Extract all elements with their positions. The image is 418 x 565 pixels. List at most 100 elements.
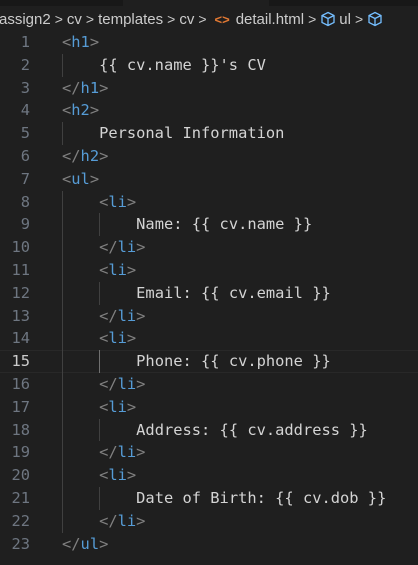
line-number: 2	[20, 55, 30, 74]
tag-bracket: <	[99, 192, 109, 211]
breadcrumb-item[interactable]: cv	[179, 11, 194, 28]
tag-name: li	[108, 329, 127, 348]
chevron-right-icon: >	[354, 11, 364, 27]
cube-icon[interactable]	[367, 11, 383, 27]
code-line[interactable]: 13 </li>	[0, 304, 418, 328]
code-line[interactable]: 2 {{ cv.name }}'s CV	[0, 53, 418, 77]
breadcrumb-item[interactable]: assign2	[0, 11, 51, 28]
code-content: </li>	[99, 373, 145, 396]
chevron-right-icon: >	[54, 11, 63, 27]
indent-guide	[62, 372, 63, 396]
code-line[interactable]: 3 </h1>	[0, 77, 418, 100]
tag-bracket: >	[136, 511, 146, 530]
indent-guide	[62, 53, 63, 77]
tag-bracket: </	[99, 238, 118, 257]
tag-bracket: <	[62, 101, 72, 120]
tag-name: li	[117, 306, 137, 325]
line-number: 13	[11, 306, 30, 325]
tag-name: h2	[71, 101, 90, 120]
tag-name: li	[108, 397, 127, 416]
indent-guide	[62, 395, 63, 419]
indent-guide	[62, 486, 63, 510]
breadcrumb-item[interactable]: templates	[98, 11, 163, 28]
code-line[interactable]: 15 Phone: {{ cv.phone }}	[0, 350, 418, 373]
tag-name: li	[117, 511, 137, 530]
code-content: </ul>	[62, 533, 108, 556]
tag-bracket: <	[99, 397, 109, 416]
code-content: </h2>	[62, 145, 108, 168]
code-line[interactable]: 18 Address: {{ cv.address }}	[0, 418, 418, 442]
code-line[interactable]: 14 <li>	[0, 327, 418, 351]
html-file-icon: <>	[214, 11, 230, 27]
line-number: 8	[20, 192, 30, 211]
chevron-right-icon: >	[167, 11, 176, 27]
tag-name: li	[117, 238, 137, 257]
code-line[interactable]: 9 Name: {{ cv.name }}	[0, 213, 418, 237]
line-number: 3	[20, 78, 30, 97]
code-line[interactable]: 6 </h2>	[0, 145, 418, 168]
code-content: <h2>	[62, 99, 99, 122]
breadcrumb-item[interactable]: detail.html	[236, 11, 304, 28]
code-line[interactable]: 8 <li>	[0, 190, 418, 214]
indent-guide	[99, 418, 101, 442]
tag-bracket: >	[99, 78, 109, 97]
indent-guide	[99, 486, 101, 510]
code-line[interactable]: 22 </li>	[0, 509, 418, 533]
code-content: <li>	[99, 396, 136, 419]
code-content: Personal Information	[99, 122, 284, 145]
code-content: </li>	[99, 441, 145, 464]
code-content: Address: {{ cv.address }}	[136, 419, 368, 442]
text-content: Email: {{ cv.email }}	[136, 283, 331, 302]
code-content: Phone: {{ cv.phone }}	[136, 350, 331, 373]
tag-name: ul	[71, 169, 90, 188]
tag-bracket: >	[126, 260, 137, 279]
tag-bracket: <	[62, 33, 72, 51]
code-editor[interactable]: 1 <h1> 2{{ cv.name }}'s CV 3 </h1> 4 <h2> 5 Pers…	[0, 31, 418, 555]
code-line[interactable]: 16 </li>	[0, 372, 418, 396]
code-line[interactable]: 11 <li>	[0, 258, 418, 282]
indent-guide	[62, 122, 63, 145]
tag-bracket: </	[62, 78, 81, 97]
code-line[interactable]: 19 </li>	[0, 441, 418, 465]
line-number: 12	[11, 283, 30, 302]
indent-guide	[62, 258, 63, 282]
line-number: 19	[11, 443, 30, 462]
line-number: 17	[11, 397, 30, 416]
text-content: Phone: {{ cv.phone }}	[136, 352, 331, 371]
tag-bracket: <	[99, 260, 109, 279]
tag-bracket: >	[126, 466, 137, 485]
indent-guide	[62, 464, 63, 487]
code-line[interactable]: 12 Email: {{ cv.email }}	[0, 281, 418, 305]
breadcrumb-item[interactable]: cv	[67, 11, 82, 28]
line-number: 10	[11, 238, 30, 257]
code-line[interactable]: 1 <h1>	[0, 31, 418, 54]
tag-name: li	[117, 374, 137, 393]
indent-guide	[62, 441, 63, 465]
indent-guide	[99, 281, 101, 305]
code-content: <li>	[99, 464, 136, 487]
tag-bracket: >	[136, 443, 146, 462]
indent-guide	[62, 304, 63, 328]
code-line[interactable]: 23 </ul>	[0, 533, 418, 556]
code-line[interactable]: 17 <li>	[0, 395, 418, 419]
tag-bracket: </	[99, 443, 118, 462]
code-line[interactable]: 5 Personal Information	[0, 122, 418, 145]
code-line[interactable]: 21 Date of Birth: {{ cv.dob }}	[0, 486, 418, 510]
tag-bracket: </	[99, 306, 118, 325]
indent-guide	[62, 281, 63, 305]
tag-bracket: >	[89, 169, 100, 188]
indent-guide	[99, 350, 101, 373]
code-line[interactable]: 10 </li>	[0, 236, 418, 259]
code-line[interactable]: 20 <li>	[0, 464, 418, 487]
chevron-right-icon: >	[198, 11, 207, 27]
line-number: 1	[20, 33, 30, 51]
code-line[interactable]: 7 <ul>	[0, 168, 418, 191]
tag-bracket: >	[89, 33, 100, 51]
breadcrumb-item[interactable]: ul	[339, 11, 351, 28]
tag-bracket: >	[136, 238, 146, 257]
line-number: 7	[20, 169, 30, 188]
code-line[interactable]: 4 <h2>	[0, 99, 418, 122]
cube-icon	[320, 11, 336, 27]
tag-bracket: >	[126, 192, 137, 211]
code-content: </li>	[99, 305, 145, 328]
